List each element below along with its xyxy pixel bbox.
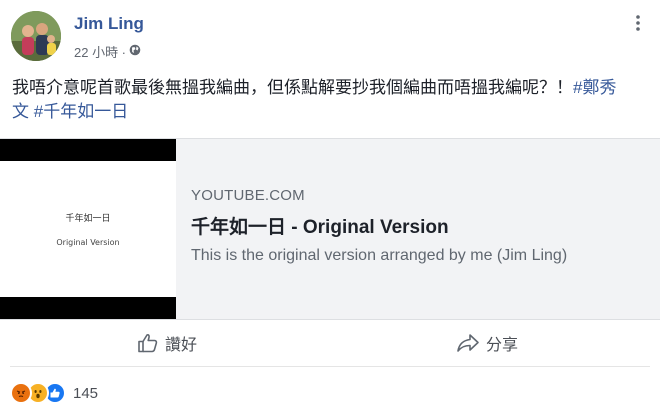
link-domain: YOUTUBE.COM	[191, 187, 305, 204]
share-button[interactable]: 分享	[456, 328, 518, 358]
avatar-photo	[11, 11, 61, 61]
like-button[interactable]: 讚好	[137, 328, 197, 358]
divider	[10, 366, 650, 367]
link-preview-text: YOUTUBE.COM 千年如一日 - Original Version Thi…	[191, 187, 651, 265]
link-preview-card[interactable]: 千年如一日 Original Version YOUTUBE.COM 千年如一日…	[0, 138, 660, 320]
link-title[interactable]: 千年如一日 - Original Version	[191, 212, 651, 239]
thumbs-up-icon	[138, 334, 158, 353]
avatar[interactable]	[11, 11, 61, 61]
globe-icon	[129, 44, 141, 59]
author-name[interactable]: Jim Ling	[74, 14, 144, 34]
angry-icon	[10, 382, 32, 404]
share-arrow-icon	[457, 334, 479, 352]
thumbnail-title: 千年如一日	[65, 214, 111, 224]
post-time[interactable]: 22 小時 ·	[74, 42, 126, 61]
facebook-post: Jim Ling 22 小時 · 我唔介意呢首歌最後無搵我編曲，但係點解要抄我個…	[0, 0, 660, 419]
hashtag-link[interactable]: #千年如一日	[34, 102, 128, 121]
video-thumbnail[interactable]: 千年如一日 Original Version	[0, 139, 176, 319]
thumbnail-frame: 千年如一日 Original Version	[0, 161, 176, 297]
like-label: 讚好	[165, 337, 198, 354]
reaction-summary[interactable]: 145	[10, 382, 98, 404]
reaction-count[interactable]: 145	[73, 385, 98, 402]
thumbnail-subtitle: Original Version	[56, 238, 120, 247]
share-label: 分享	[486, 337, 519, 354]
post-meta: 22 小時 ·	[74, 42, 141, 61]
link-description: This is the original version arranged by…	[191, 247, 568, 264]
post-body: 我唔介意呢首歌最後無搵我編曲，但係點解要抄我個編曲而唔搵我編呢？！	[12, 78, 573, 97]
post-text: 我唔介意呢首歌最後無搵我編曲，但係點解要抄我個編曲而唔搵我編呢？！#鄭秀文 #千…	[12, 76, 622, 124]
post-actions: 讚好 分享	[0, 320, 660, 366]
more-options-button[interactable]	[628, 14, 648, 32]
more-dots-icon	[636, 15, 640, 31]
